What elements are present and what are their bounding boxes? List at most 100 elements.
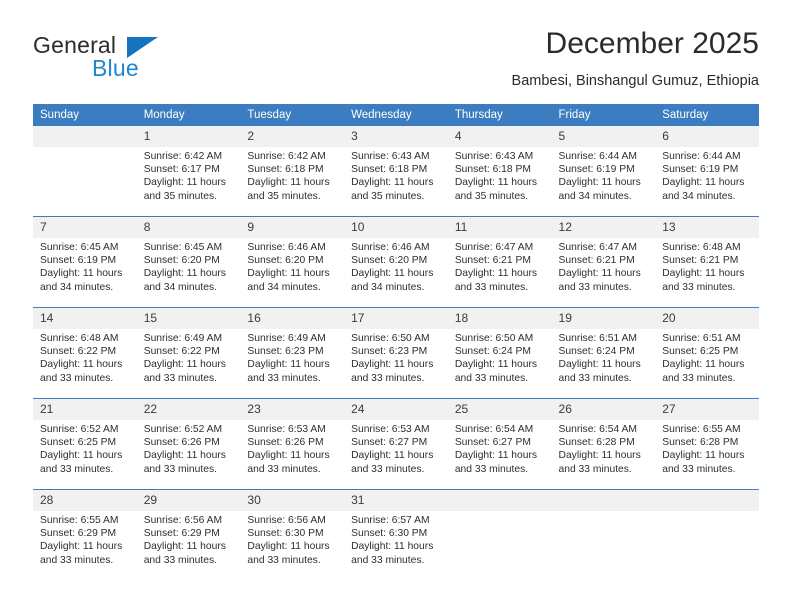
calendar-day-cell[interactable]: 16 Sunrise: 6:49 AM Sunset: 6:23 PM Dayligh… <box>240 308 345 398</box>
calendar-day-cell[interactable]: 23 Sunrise: 6:53 AM Sunset: 6:26 PM Dayligh… <box>240 399 345 489</box>
daylight-text-line1: Daylight: 11 hours <box>247 177 330 189</box>
sunrise-text: Sunrise: 6:49 AM <box>143 333 223 344</box>
day-number: 8 <box>136 217 241 238</box>
weekday-header-thursday: Thursday <box>447 104 552 126</box>
sunset-text: Sunset: 6:18 PM <box>351 164 428 176</box>
sunrise-text: Sunrise: 6:52 AM <box>143 424 223 435</box>
page-subtitle: Bambesi, Binshangul Gumuz, Ethiopia <box>511 73 759 89</box>
daylight-text-line2: and 34 minutes. <box>558 190 632 202</box>
calendar-day-cell[interactable]: 6 Sunrise: 6:44 AM Sunset: 6:19 PM Daylight… <box>655 126 759 216</box>
calendar-day-cell[interactable]: 31 Sunrise: 6:57 AM Sunset: 6:30 PM Dayligh… <box>344 490 448 580</box>
day-sun-details: Sunrise: 6:43 AM Sunset: 6:18 PM Daylight:… <box>448 147 552 203</box>
sunrise-text: Sunrise: 6:54 AM <box>454 424 534 435</box>
calendar-day-cell[interactable]: 30 Sunrise: 6:56 AM Sunset: 6:30 PM Dayligh… <box>240 490 345 580</box>
calendar-day-cell[interactable]: 29 Sunrise: 6:56 AM Sunset: 6:29 PM Dayligh… <box>136 490 241 580</box>
day-sun-details: Sunrise: 6:48 AM Sunset: 6:21 PM Daylight:… <box>655 238 759 294</box>
calendar-day-cell[interactable]: 7 Sunrise: 6:45 AM Sunset: 6:19 PM Daylight… <box>33 217 137 307</box>
sunrise-text: Sunrise: 6:45 AM <box>40 242 119 253</box>
calendar-day-cell[interactable]: 4 Sunrise: 6:43 AM Sunset: 6:18 PM Daylight… <box>447 126 552 216</box>
calendar-week-row: 1 Sunrise: 6:42 AM Sunset: 6:17 PM Daylight… <box>33 126 759 216</box>
calendar-day-cell[interactable]: 22 Sunrise: 6:52 AM Sunset: 6:26 PM Dayligh… <box>136 399 241 489</box>
sunset-text: Sunset: 6:24 PM <box>558 346 635 358</box>
daylight-text-line2: and 34 minutes. <box>143 281 217 293</box>
calendar-day-cell[interactable]: 19 Sunrise: 6:51 AM Sunset: 6:24 PM Dayligh… <box>551 308 656 398</box>
calendar-week-row: 7 Sunrise: 6:45 AM Sunset: 6:19 PM Daylight… <box>33 217 759 307</box>
daylight-text-line2: and 35 minutes. <box>454 190 529 202</box>
daylight-text-line2: and 33 minutes. <box>143 463 217 475</box>
calendar-day-cell[interactable]: 17 Sunrise: 6:50 AM Sunset: 6:23 PM Dayligh… <box>344 308 448 398</box>
calendar-day-cell[interactable]: 5 Sunrise: 6:44 AM Sunset: 6:19 PM Daylight… <box>551 126 656 216</box>
sunrise-text: Sunrise: 6:46 AM <box>247 242 326 253</box>
day-number: 2 <box>240 126 345 147</box>
daylight-text-line2: and 33 minutes. <box>454 463 529 475</box>
calendar-day-cell[interactable]: 12 Sunrise: 6:47 AM Sunset: 6:21 PM Dayligh… <box>551 217 656 307</box>
weekday-header-monday: Monday <box>136 104 241 126</box>
sunrise-text: Sunrise: 6:53 AM <box>247 424 326 435</box>
day-sun-details: Sunrise: 6:48 AM Sunset: 6:22 PM Daylight:… <box>33 329 137 385</box>
general-blue-logo[interactable]: General Blue <box>33 32 233 90</box>
sunset-text: Sunset: 6:22 PM <box>143 346 220 358</box>
daylight-text-line2: and 33 minutes. <box>143 554 217 566</box>
day-sun-details: Sunrise: 6:47 AM Sunset: 6:21 PM Daylight:… <box>552 238 656 294</box>
day-number: 6 <box>655 126 759 147</box>
daylight-text-line2: and 33 minutes. <box>558 372 632 384</box>
day-sun-details: Sunrise: 6:53 AM Sunset: 6:27 PM Daylight:… <box>344 420 448 476</box>
weekday-header-wednesday: Wednesday <box>344 104 448 126</box>
calendar-day-cell[interactable]: 9 Sunrise: 6:46 AM Sunset: 6:20 PM Daylight… <box>240 217 345 307</box>
sunset-text: Sunset: 6:20 PM <box>351 255 428 267</box>
day-number: 24 <box>344 399 448 420</box>
daylight-text-line1: Daylight: 11 hours <box>143 541 226 553</box>
day-sun-details: Sunrise: 6:52 AM Sunset: 6:25 PM Daylight:… <box>33 420 137 476</box>
calendar-day-cell[interactable]: 1 Sunrise: 6:42 AM Sunset: 6:17 PM Daylight… <box>136 126 241 216</box>
sunset-text: Sunset: 6:27 PM <box>454 437 531 449</box>
daylight-text-line2: and 33 minutes. <box>454 281 529 293</box>
daylight-text-line2: and 34 minutes. <box>247 281 321 293</box>
day-number: 31 <box>344 490 448 511</box>
weekday-header-tuesday: Tuesday <box>240 104 345 126</box>
day-sun-details: Sunrise: 6:50 AM Sunset: 6:23 PM Daylight:… <box>344 329 448 385</box>
sunrise-text: Sunrise: 6:43 AM <box>454 151 534 162</box>
daylight-text-line1: Daylight: 11 hours <box>247 450 330 462</box>
calendar-day-cell <box>551 490 656 580</box>
calendar-day-cell[interactable]: 10 Sunrise: 6:46 AM Sunset: 6:20 PM Dayligh… <box>344 217 448 307</box>
calendar-day-cell[interactable]: 3 Sunrise: 6:43 AM Sunset: 6:18 PM Daylight… <box>344 126 448 216</box>
calendar-day-cell[interactable]: 25 Sunrise: 6:54 AM Sunset: 6:27 PM Dayligh… <box>447 399 552 489</box>
calendar-day-cell[interactable]: 18 Sunrise: 6:50 AM Sunset: 6:24 PM Dayligh… <box>447 308 552 398</box>
day-number: 25 <box>447 399 552 420</box>
day-number: 29 <box>136 490 241 511</box>
page-header: General Blue December 2025 Bambesi, Bins… <box>33 26 759 98</box>
calendar-day-cell[interactable]: 11 Sunrise: 6:47 AM Sunset: 6:21 PM Dayligh… <box>447 217 552 307</box>
calendar-day-cell[interactable]: 26 Sunrise: 6:54 AM Sunset: 6:28 PM Dayligh… <box>551 399 656 489</box>
sunset-text: Sunset: 6:18 PM <box>247 164 324 176</box>
calendar-day-cell[interactable]: 20 Sunrise: 6:51 AM Sunset: 6:25 PM Dayligh… <box>655 308 759 398</box>
day-sun-details: Sunrise: 6:54 AM Sunset: 6:27 PM Daylight:… <box>448 420 552 476</box>
daylight-text-line1: Daylight: 11 hours <box>454 450 538 462</box>
calendar-day-cell[interactable]: 14 Sunrise: 6:48 AM Sunset: 6:22 PM Dayligh… <box>33 308 137 398</box>
calendar-day-cell[interactable]: 28 Sunrise: 6:55 AM Sunset: 6:29 PM Dayligh… <box>33 490 137 580</box>
daylight-text-line2: and 33 minutes. <box>351 372 425 384</box>
daylight-text-line2: and 33 minutes. <box>351 463 425 475</box>
calendar-day-cell[interactable]: 2 Sunrise: 6:42 AM Sunset: 6:18 PM Daylight… <box>240 126 345 216</box>
sunset-text: Sunset: 6:23 PM <box>247 346 324 358</box>
calendar-day-cell[interactable]: 27 Sunrise: 6:55 AM Sunset: 6:28 PM Dayligh… <box>655 399 759 489</box>
calendar-week-row: 14 Sunrise: 6:48 AM Sunset: 6:22 PM Dayligh… <box>33 308 759 398</box>
daylight-text-line1: Daylight: 11 hours <box>662 268 745 280</box>
day-number: 18 <box>447 308 552 329</box>
sunset-text: Sunset: 6:19 PM <box>40 255 117 267</box>
day-number <box>33 126 137 147</box>
daylight-text-line2: and 33 minutes. <box>247 463 321 475</box>
calendar-day-cell[interactable]: 21 Sunrise: 6:52 AM Sunset: 6:25 PM Dayligh… <box>33 399 137 489</box>
calendar-day-cell[interactable]: 8 Sunrise: 6:45 AM Sunset: 6:20 PM Daylight… <box>136 217 241 307</box>
day-number: 15 <box>136 308 241 329</box>
calendar-day-cell[interactable]: 24 Sunrise: 6:53 AM Sunset: 6:27 PM Dayligh… <box>344 399 448 489</box>
sunrise-text: Sunrise: 6:42 AM <box>143 151 223 162</box>
daylight-text-line1: Daylight: 11 hours <box>662 450 745 462</box>
daylight-text-line1: Daylight: 11 hours <box>143 177 226 189</box>
calendar-day-cell[interactable]: 15 Sunrise: 6:49 AM Sunset: 6:22 PM Dayligh… <box>136 308 241 398</box>
calendar-day-cell[interactable]: 13 Sunrise: 6:48 AM Sunset: 6:21 PM Dayligh… <box>655 217 759 307</box>
sunrise-text: Sunrise: 6:50 AM <box>454 333 534 344</box>
daylight-text-line2: and 33 minutes. <box>558 463 632 475</box>
sunrise-text: Sunrise: 6:54 AM <box>558 424 637 435</box>
daylight-text-line1: Daylight: 11 hours <box>40 268 123 280</box>
day-number: 30 <box>240 490 345 511</box>
